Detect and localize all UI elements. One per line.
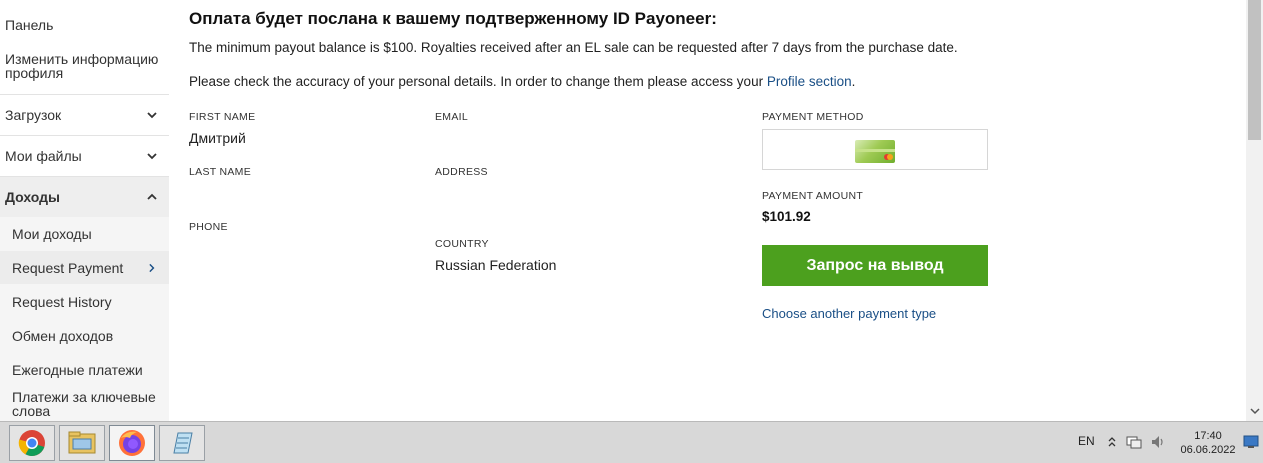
profile-check-note: Please check the accuracy of your person… — [189, 74, 855, 89]
request-payout-button[interactable]: Запрос на вывод — [762, 245, 988, 286]
sidebar-subitem-request-payment[interactable]: Request Payment — [0, 251, 169, 284]
chevron-down-icon — [147, 153, 157, 160]
sidebar-item-label: Мои файлы — [5, 148, 82, 164]
sidebar-item-uploads[interactable]: Загрузок — [0, 95, 169, 135]
country-value: Russian Federation — [435, 257, 557, 273]
chevron-down-icon — [147, 112, 157, 119]
show-desktop-icon[interactable] — [1243, 435, 1259, 449]
clock-date: 06.06.2022 — [1180, 444, 1236, 456]
taskbar-notepad-button[interactable] — [159, 425, 205, 461]
file-explorer-icon — [68, 431, 96, 454]
clock-time: 17:40 — [1194, 430, 1222, 442]
profile-section-link[interactable]: Profile section — [767, 74, 852, 89]
sidebar-item-label: Мои доходы — [12, 226, 92, 242]
sidebar-subitem-request-history[interactable]: Request History — [0, 290, 169, 314]
payment-amount-value: $101.92 — [762, 209, 811, 224]
sidebar-subitem-keyword-payments[interactable]: Платежи за ключевые слова — [0, 389, 169, 419]
choose-payment-type-link[interactable]: Choose another payment type — [762, 306, 936, 321]
language-indicator[interactable]: EN — [1078, 434, 1095, 448]
scroll-down-icon[interactable] — [1246, 404, 1263, 418]
payment-method-box — [762, 129, 988, 170]
taskbar-explorer-button[interactable] — [59, 425, 105, 461]
sidebar: Панель Изменить информацию профиля Загру… — [0, 0, 169, 421]
network-icon[interactable] — [1125, 434, 1143, 450]
sidebar-subitem-my-earnings[interactable]: Мои доходы — [0, 222, 169, 246]
sidebar-item-label: Платежи за ключевые слова — [12, 389, 156, 419]
show-hidden-icons-icon[interactable] — [1108, 436, 1116, 448]
payment-method-label: PAYMENT METHOD — [762, 111, 864, 123]
first-name-value: Дмитрий — [189, 130, 246, 146]
chrome-icon — [18, 430, 45, 457]
country-label: COUNTRY — [435, 238, 489, 250]
chevron-right-icon — [149, 263, 155, 272]
browser-viewport: Панель Изменить информацию профиля Загру… — [0, 0, 1263, 421]
sidebar-subitem-earnings-exchange[interactable]: Обмен доходов — [0, 324, 169, 348]
taskbar-firefox-button[interactable] — [109, 425, 155, 461]
first-name-label: FIRST NAME — [189, 111, 256, 123]
payoneer-card-icon — [855, 140, 895, 163]
phone-label: PHONE — [189, 221, 228, 233]
sidebar-item-label: Доходы — [5, 189, 60, 205]
sidebar-item-label: Изменить информацию профиля — [5, 51, 159, 81]
taskbar: EN 17:40 06.06.2022 — [0, 421, 1263, 463]
taskbar-chrome-button[interactable] — [9, 425, 55, 461]
min-payout-note: The minimum payout balance is $100. Roya… — [189, 40, 958, 55]
vertical-scrollbar[interactable] — [1246, 0, 1263, 421]
sidebar-item-label: Request History — [12, 294, 112, 310]
sidebar-item-label: Ежегодные платежи — [12, 362, 143, 378]
main-content: Оплата будет послана к вашему подтвержен… — [189, 0, 1229, 421]
email-label: EMAIL — [435, 111, 469, 123]
sidebar-subitem-annual-payments[interactable]: Ежегодные платежи — [0, 358, 169, 382]
page-title: Оплата будет послана к вашему подтвержен… — [189, 9, 717, 28]
volume-icon[interactable] — [1150, 434, 1166, 450]
last-name-label: LAST NAME — [189, 166, 252, 178]
sidebar-item-edit-profile[interactable]: Изменить информацию профиля — [0, 52, 169, 84]
payment-amount-label: PAYMENT AMOUNT — [762, 190, 864, 202]
notepad-icon — [173, 432, 193, 454]
chevron-up-icon — [147, 193, 157, 200]
sidebar-item-my-files[interactable]: Мои файлы — [0, 136, 169, 176]
profile-check-end: . — [851, 74, 856, 89]
profile-check-text: Please check the accuracy of your person… — [189, 74, 767, 89]
address-label: ADDRESS — [435, 166, 488, 178]
system-clock[interactable]: 17:40 06.06.2022 — [1180, 429, 1236, 457]
sidebar-item-dashboard[interactable]: Панель — [0, 14, 169, 36]
sidebar-item-label: Загрузок — [5, 107, 62, 123]
firefox-icon — [119, 430, 145, 456]
sidebar-item-label: Request Payment — [12, 259, 124, 276]
scrollbar-thumb[interactable] — [1248, 0, 1261, 140]
sidebar-item-label: Обмен доходов — [12, 328, 114, 344]
sidebar-item-label: Панель — [5, 17, 54, 33]
sidebar-item-earnings[interactable]: Доходы — [0, 177, 169, 217]
